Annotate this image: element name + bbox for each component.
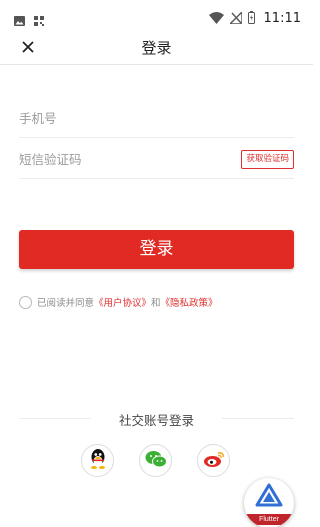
user-agreement-link[interactable]: 《用户协议》: [94, 295, 151, 309]
sms-code-input[interactable]: [19, 139, 229, 179]
wechat-login-button[interactable]: [139, 444, 172, 477]
app-bar-divider: [0, 64, 313, 65]
phone-field-row: [19, 98, 294, 138]
status-time: 11:11: [263, 11, 301, 26]
login-button[interactable]: 登录: [19, 230, 294, 269]
social-login-title: 社交账号登录: [118, 413, 194, 428]
qq-login-button[interactable]: [81, 444, 114, 477]
image-icon: [14, 11, 25, 30]
social-login-header: 社交账号登录: [19, 409, 294, 429]
agreement-row: 已阅读并同意 《用户协议》 和 《隐私政策》: [19, 294, 218, 310]
agreement-checkbox[interactable]: [19, 295, 32, 309]
flutter-label: Flutter: [244, 514, 294, 525]
page-title: 登录: [141, 39, 172, 57]
divider-right: [222, 418, 294, 419]
privacy-policy-link[interactable]: 《隐私政策》: [161, 295, 218, 309]
phone-input[interactable]: [19, 98, 229, 138]
weibo-icon: [203, 450, 225, 472]
wechat-icon: [145, 450, 167, 472]
status-bar: 11:11: [0, 0, 313, 34]
battery-icon: [247, 9, 255, 28]
app-bar: 登录: [0, 34, 313, 62]
flutter-badge[interactable]: Flutter: [244, 478, 294, 527]
close-icon[interactable]: [18, 37, 38, 57]
qr-code-icon: [34, 11, 44, 30]
sms-code-field-row: 获取验证码: [19, 139, 294, 179]
qq-icon: [88, 448, 108, 474]
agreement-conjunction: 和: [151, 298, 161, 309]
agreement-prefix: 已阅读并同意: [37, 298, 95, 309]
wifi-icon: [208, 9, 224, 28]
flutter-logo-icon: [255, 483, 283, 515]
get-code-button[interactable]: 获取验证码: [241, 150, 294, 169]
no-signal-icon: [227, 9, 243, 28]
weibo-login-button[interactable]: [197, 444, 230, 477]
